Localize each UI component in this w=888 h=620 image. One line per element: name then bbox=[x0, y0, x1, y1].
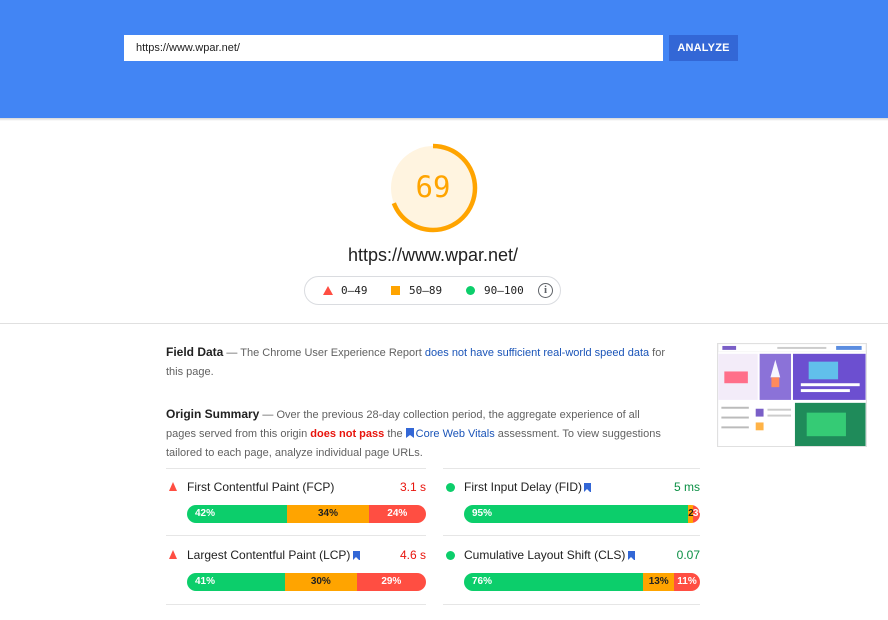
analyze-button[interactable]: ANALYZE bbox=[669, 35, 738, 61]
lcp-average-segment: 30% bbox=[284, 573, 357, 591]
cls-distribution-bar: 76% 13% 11% bbox=[464, 573, 700, 591]
cls-label: Cumulative Layout Shift (CLS) bbox=[464, 548, 626, 562]
legend-poor-range: 0–49 bbox=[341, 284, 368, 297]
origin-summary-text-middle: the bbox=[384, 428, 406, 440]
header-shadow bbox=[0, 118, 888, 121]
circle-icon bbox=[446, 483, 455, 492]
metric-divider bbox=[443, 535, 700, 536]
core-web-vitals-link[interactable]: Core Web Vitals bbox=[405, 428, 495, 440]
fcp-good-segment: 42% bbox=[187, 505, 288, 523]
section-divider bbox=[0, 323, 888, 324]
origin-summary-title: Origin Summary bbox=[166, 407, 260, 421]
fid-distribution-bar: 95% 2% 3% bbox=[464, 505, 700, 523]
field-data-title: Field Data bbox=[166, 345, 224, 359]
triangle-icon bbox=[323, 286, 333, 295]
core-web-vital-flag-icon bbox=[584, 483, 591, 492]
square-icon bbox=[391, 286, 400, 295]
metric-divider bbox=[166, 604, 426, 605]
lcp-value: 4.6 s bbox=[399, 548, 426, 562]
cls-average-segment: 13% bbox=[643, 573, 675, 591]
cls-poor-segment: 11% bbox=[674, 573, 700, 591]
triangle-icon bbox=[169, 482, 177, 491]
origin-summary-fail-text: does not pass bbox=[310, 428, 385, 440]
fcp-label: First Contentful Paint (FCP) bbox=[187, 480, 335, 494]
url-input[interactable] bbox=[124, 35, 663, 61]
field-data-text: — The Chrome User Experience Report bbox=[223, 347, 425, 359]
fcp-poor-segment: 24% bbox=[368, 505, 426, 523]
core-web-vitals-link-text[interactable]: Core Web Vitals bbox=[416, 428, 495, 440]
triangle-icon bbox=[169, 550, 177, 559]
lcp-good-segment: 41% bbox=[187, 573, 285, 591]
field-data-link[interactable]: does not have sufficient real-world spee… bbox=[425, 347, 649, 359]
fid-poor-segment: 3% bbox=[692, 505, 700, 523]
legend-average-range: 50–89 bbox=[409, 284, 443, 297]
circle-icon bbox=[466, 286, 475, 295]
lcp-label: Largest Contentful Paint (LCP) bbox=[187, 548, 351, 562]
metric-divider bbox=[443, 604, 700, 605]
fid-value: 5 ms bbox=[673, 480, 700, 494]
origin-summary-section: Origin Summary — Over the previous 28-da… bbox=[166, 405, 666, 463]
fid-label: First Input Delay (FID) bbox=[464, 480, 583, 494]
core-web-vitals-flag-icon bbox=[405, 428, 414, 438]
metric-divider bbox=[443, 468, 700, 469]
page-url: https://www.wpar.net/ bbox=[347, 245, 519, 265]
fcp-average-segment: 34% bbox=[287, 505, 369, 523]
performance-score: 69 bbox=[415, 170, 451, 204]
lcp-distribution-bar: 41% 30% 29% bbox=[187, 573, 426, 591]
cls-good-segment: 76% bbox=[464, 573, 644, 591]
fid-good-segment: 95% bbox=[464, 505, 689, 523]
circle-icon bbox=[446, 551, 455, 560]
fcp-distribution-bar: 42% 34% 24% bbox=[187, 505, 426, 523]
fcp-value: 3.1 s bbox=[399, 480, 426, 494]
lcp-poor-segment: 29% bbox=[356, 573, 426, 591]
info-icon[interactable]: i bbox=[538, 283, 553, 298]
page-screenshot-thumbnail bbox=[717, 343, 867, 447]
cls-value: 0.07 bbox=[676, 548, 700, 562]
score-legend: 0–49 50–89 90–100 i bbox=[304, 276, 561, 305]
metric-divider bbox=[166, 468, 426, 469]
legend-good-range: 90–100 bbox=[484, 284, 524, 297]
field-data-section: Field Data — The Chrome User Experience … bbox=[166, 343, 666, 382]
metric-divider bbox=[166, 535, 426, 536]
